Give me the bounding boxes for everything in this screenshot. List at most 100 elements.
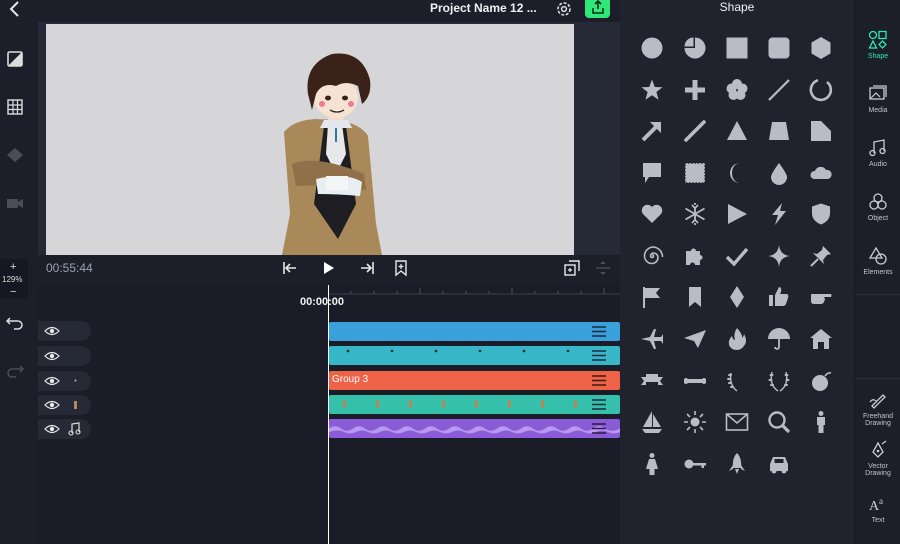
bookmark-add-icon[interactable] [392, 259, 410, 277]
drag-handle-icon[interactable] [592, 399, 606, 410]
project-title[interactable]: Project Name 12 ... [430, 1, 537, 15]
diamond-shape-icon[interactable] [723, 283, 751, 311]
split-icon[interactable] [594, 259, 612, 277]
pie-shape-icon[interactable] [681, 34, 709, 62]
bomb-shape-icon[interactable] [807, 367, 835, 395]
timeline-clip[interactable] [329, 346, 620, 365]
track-header[interactable] [38, 395, 91, 415]
tab-object[interactable]: Object [855, 192, 900, 222]
timeline-clip[interactable] [329, 322, 620, 341]
shield-shape-icon[interactable] [807, 200, 835, 228]
cloud-shape-icon[interactable] [807, 159, 835, 187]
triangle-handles-shape-icon[interactable] [723, 117, 751, 145]
rounded-square-shape-icon[interactable] [765, 34, 793, 62]
tab-shape[interactable]: Shape [855, 30, 900, 60]
tab-elements[interactable]: Elements [855, 246, 900, 276]
laurel-wreath-shape-icon[interactable] [765, 367, 793, 395]
skip-to-start-icon[interactable] [281, 259, 299, 277]
checkmark-shape-icon[interactable] [723, 242, 751, 270]
magnifier-shape-icon[interactable] [765, 408, 793, 436]
lightning-shape-icon[interactable] [765, 200, 793, 228]
puzzle-shape-icon[interactable] [681, 242, 709, 270]
drag-handle-icon[interactable] [592, 350, 606, 361]
timeline[interactable]: 00:00:00 Group 3 [38, 285, 620, 544]
flag-shape-icon[interactable] [638, 283, 666, 311]
speech-bubble-shape-icon[interactable] [638, 159, 666, 187]
undo-icon[interactable] [5, 312, 25, 332]
flower-shape-icon[interactable] [723, 76, 751, 104]
thumbs-up-shape-icon[interactable] [765, 283, 793, 311]
visibility-eye-icon[interactable] [44, 350, 60, 362]
square-shape-icon[interactable] [723, 34, 751, 62]
circle-shape-icon[interactable] [638, 34, 666, 62]
track-header[interactable] [38, 419, 91, 439]
visibility-eye-icon[interactable] [44, 325, 60, 337]
quad-handles-shape-icon[interactable] [765, 117, 793, 145]
tab-text[interactable]: Aa Text [855, 494, 900, 524]
tab-media[interactable]: Media [855, 84, 900, 114]
export-button[interactable] [585, 0, 610, 18]
corner-shape-icon[interactable] [807, 117, 835, 145]
canvas-background-icon[interactable] [5, 49, 25, 69]
play-icon[interactable] [319, 259, 337, 277]
house-shape-icon[interactable] [807, 325, 835, 353]
fire-shape-icon[interactable] [723, 325, 751, 353]
moon-shape-icon[interactable] [723, 159, 751, 187]
visibility-eye-icon[interactable] [44, 423, 60, 435]
tab-freehand-drawing[interactable]: Freehand Drawing [855, 390, 900, 427]
key-shape-icon[interactable] [681, 450, 709, 478]
drop-shape-icon[interactable] [765, 159, 793, 187]
sun-shape-icon[interactable] [681, 408, 709, 436]
car-shape-icon[interactable] [765, 450, 793, 478]
rocket-shape-icon[interactable] [723, 450, 751, 478]
person-man-shape-icon[interactable] [807, 408, 835, 436]
spiral-shape-icon[interactable] [638, 242, 666, 270]
drag-handle-icon[interactable] [592, 326, 606, 337]
paper-plane-shape-icon[interactable] [681, 325, 709, 353]
line-shape-icon[interactable] [765, 76, 793, 104]
camera-icon[interactable] [5, 193, 25, 213]
visibility-eye-icon[interactable] [44, 399, 60, 411]
redo-icon[interactable] [5, 360, 25, 380]
sailboat-shape-icon[interactable] [638, 408, 666, 436]
drag-handle-icon[interactable] [592, 375, 606, 386]
drag-handle-icon[interactable] [592, 423, 606, 434]
sparkle-shape-icon[interactable] [765, 242, 793, 270]
grid-icon[interactable] [5, 97, 25, 117]
pencil-line-shape-icon[interactable] [681, 117, 709, 145]
zoom-out-button[interactable]: − [10, 286, 16, 298]
pointing-hand-shape-icon[interactable] [807, 283, 835, 311]
plus-shape-icon[interactable] [681, 76, 709, 104]
tab-audio[interactable]: Audio [855, 138, 900, 168]
envelope-shape-icon[interactable] [723, 408, 751, 436]
star-shape-icon[interactable] [638, 76, 666, 104]
time-ruler[interactable] [328, 285, 620, 295]
canvas-preview[interactable] [46, 24, 574, 255]
play-triangle-shape-icon[interactable] [723, 200, 751, 228]
timeline-clip[interactable] [329, 395, 620, 414]
ribbon-banner-shape-icon[interactable] [638, 367, 666, 395]
laurel-half-shape-icon[interactable] [723, 367, 751, 395]
arrow-shape-icon[interactable] [638, 117, 666, 145]
skip-to-end-icon[interactable] [358, 259, 376, 277]
track-header[interactable] [38, 321, 91, 341]
track-header[interactable] [38, 371, 91, 391]
stamp-shape-icon[interactable] [681, 159, 709, 187]
pin-shape-icon[interactable] [807, 242, 835, 270]
bookmark-shape-icon[interactable] [681, 283, 709, 311]
scroll-banner-shape-icon[interactable] [681, 367, 709, 395]
playhead[interactable] [328, 285, 329, 544]
zoom-in-button[interactable]: + [10, 261, 16, 273]
back-chevron-icon[interactable] [6, 0, 24, 18]
timeline-clip-group[interactable]: Group 3 [329, 371, 620, 390]
visibility-eye-icon[interactable] [44, 375, 60, 387]
umbrella-shape-icon[interactable] [765, 325, 793, 353]
track-header[interactable] [38, 346, 91, 366]
snowflake-shape-icon[interactable] [681, 200, 709, 228]
duplicate-icon[interactable] [563, 259, 581, 277]
audio-clip[interactable] [329, 419, 620, 438]
tab-vector-drawing[interactable]: Vector Drawing [855, 440, 900, 477]
hexagon-shape-icon[interactable] [807, 34, 835, 62]
arc-shape-icon[interactable] [807, 76, 835, 104]
gear-icon[interactable] [555, 0, 573, 18]
